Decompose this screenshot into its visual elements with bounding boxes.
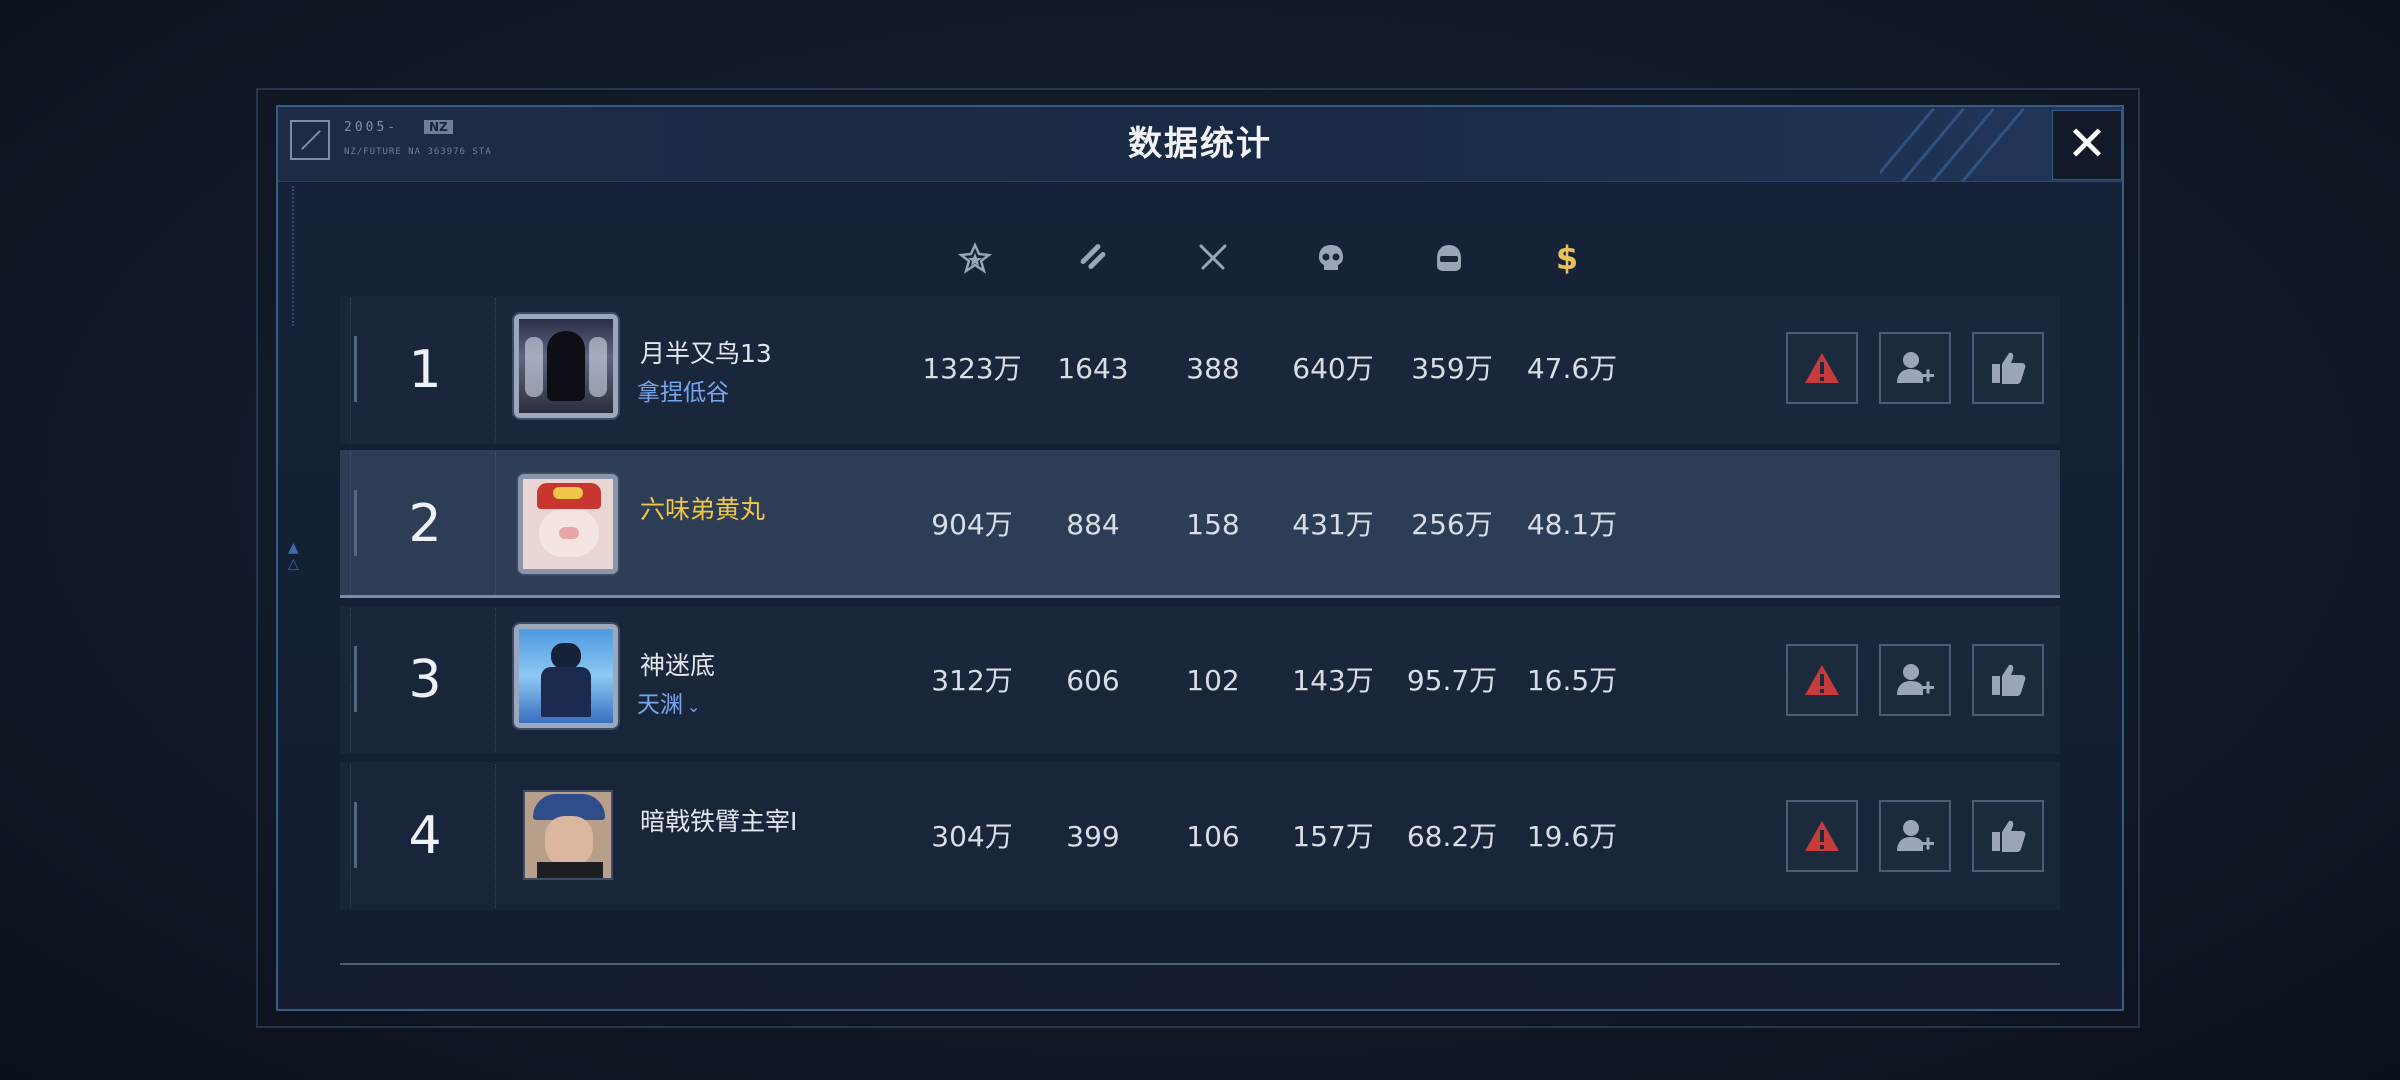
like-button[interactable] <box>1972 644 2044 716</box>
player-name[interactable]: 神迷底 <box>640 646 715 682</box>
add-user-icon <box>1897 664 1934 695</box>
player-name[interactable]: 月半又鸟13 <box>640 334 772 370</box>
stat-score: 904万 <box>931 508 1013 541</box>
title-bar <box>278 107 2122 182</box>
close-button[interactable]: ✕ <box>2052 110 2122 180</box>
stat-kills: 158 <box>1186 508 1240 541</box>
scroll-indicator-icon: ▲ △ <box>288 540 299 572</box>
rank-number: 3 <box>408 650 442 710</box>
stat-score: 312万 <box>931 664 1013 697</box>
add-friend-button[interactable] <box>1879 800 1951 872</box>
logo-subtext: NZ/FUTURE NA 363976 STA <box>344 147 492 157</box>
avatar[interactable] <box>518 474 618 574</box>
add-user-icon <box>1897 820 1934 851</box>
report-button[interactable] <box>1786 332 1858 404</box>
stat-kills: 106 <box>1186 820 1240 853</box>
player-club[interactable]: 拿捏低谷 <box>637 373 729 407</box>
stat-assists: 95.7万 <box>1406 664 1498 697</box>
stat-deaths: 640万 <box>1292 352 1374 385</box>
rank-number: 4 <box>408 806 442 866</box>
skull-icon <box>1311 238 1351 278</box>
report-button[interactable] <box>1786 800 1858 872</box>
stat-deaths: 431万 <box>1292 508 1374 541</box>
stat-assists: 359万 <box>1411 352 1493 385</box>
warning-icon <box>1805 821 1839 851</box>
thumbs-up-icon <box>1992 820 2026 852</box>
like-button[interactable] <box>1972 800 2044 872</box>
stat-kills: 388 <box>1186 352 1240 385</box>
rank-bar <box>354 646 357 712</box>
player-club[interactable]: 天渊 ⌄ <box>637 685 700 719</box>
stat-assists: 68.2万 <box>1406 820 1498 853</box>
rank-number: 1 <box>408 340 442 400</box>
bullets-icon <box>1073 238 1113 278</box>
warning-icon <box>1805 665 1839 695</box>
helmet-icon <box>1429 238 1469 278</box>
logo-icon <box>290 120 330 160</box>
stat-money: 16.5万 <box>1526 664 1618 697</box>
stat-score: 304万 <box>931 820 1013 853</box>
rank-bar <box>354 490 357 556</box>
avatar[interactable] <box>523 790 613 880</box>
chevron-down-icon: ⌄ <box>687 697 701 716</box>
title-stripes <box>1880 107 2050 181</box>
stat-assists: 256万 <box>1411 508 1493 541</box>
rank-bar <box>354 336 357 402</box>
divider <box>340 963 2060 965</box>
stat-deaths: 143万 <box>1292 664 1374 697</box>
logo-code: 2005- <box>344 120 399 135</box>
stat-damage: 606 <box>1066 664 1120 697</box>
player-name[interactable]: 暗戟铁臂主宰I <box>640 802 797 838</box>
avatar[interactable] <box>514 624 618 728</box>
add-friend-button[interactable] <box>1879 332 1951 404</box>
player-name[interactable]: 六味弟黄丸 <box>640 490 765 526</box>
report-button[interactable] <box>1786 644 1858 716</box>
rank-number: 2 <box>408 494 442 554</box>
avatar[interactable] <box>514 314 618 418</box>
stat-kills: 102 <box>1186 664 1240 697</box>
dollar-icon: $ <box>1555 239 1579 277</box>
like-button[interactable] <box>1972 332 2044 404</box>
stat-deaths: 157万 <box>1292 820 1374 853</box>
logo-badge: NZ <box>424 120 453 134</box>
thumbs-up-icon <box>1992 664 2026 696</box>
warning-icon <box>1805 353 1839 383</box>
stat-damage: 884 <box>1066 508 1120 541</box>
stat-money: 48.1万 <box>1526 508 1618 541</box>
star-rank-icon <box>955 238 995 278</box>
add-friend-button[interactable] <box>1879 644 1951 716</box>
rank-bar <box>354 802 357 868</box>
stat-money: 47.6万 <box>1526 352 1618 385</box>
stat-damage: 1643 <box>1057 352 1129 385</box>
decorative-dots <box>292 186 300 326</box>
stat-score: 1323万 <box>922 352 1022 385</box>
thumbs-up-icon <box>1992 352 2026 384</box>
stat-money: 19.6万 <box>1526 820 1618 853</box>
add-user-icon <box>1897 352 1934 383</box>
crossed-swords-icon <box>1193 238 1233 278</box>
stat-damage: 399 <box>1066 820 1120 853</box>
